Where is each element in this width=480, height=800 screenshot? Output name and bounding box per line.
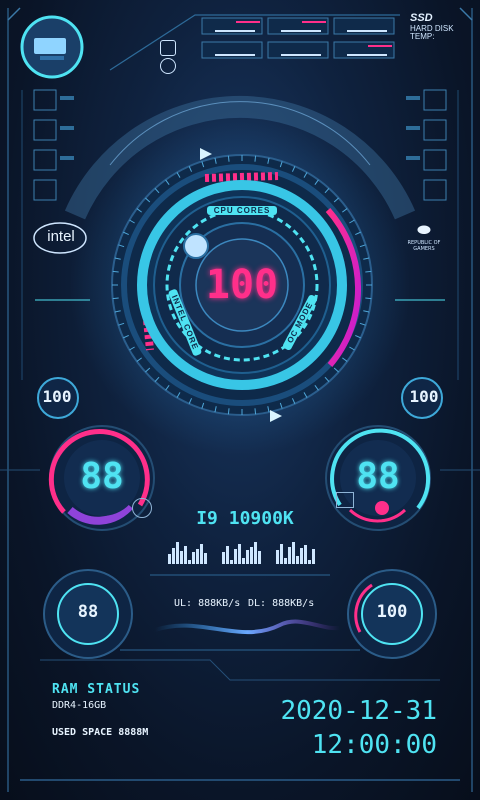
rog-line2: GAMERS bbox=[413, 246, 435, 252]
ssd-panel: SSD HARD DISK TEMP: bbox=[410, 12, 470, 41]
activity-bar bbox=[304, 545, 307, 564]
activity-bar bbox=[254, 542, 257, 564]
activity-bar bbox=[246, 550, 249, 564]
dial-tick bbox=[112, 270, 119, 273]
activity-bar bbox=[280, 544, 283, 564]
activity-bar bbox=[238, 544, 241, 564]
activity-bar bbox=[300, 548, 303, 564]
dial-tick bbox=[365, 270, 372, 273]
activity-bar bbox=[288, 547, 291, 564]
bottom-left-dial-value: 88 bbox=[77, 602, 99, 622]
temperature-icon bbox=[132, 498, 152, 518]
ssd-line2: TEMP: bbox=[410, 31, 435, 41]
activity-bar bbox=[242, 558, 245, 564]
avatar[interactable] bbox=[22, 17, 82, 77]
intel-logo: intel bbox=[47, 228, 75, 245]
activity-bar bbox=[276, 550, 279, 564]
activity-bar bbox=[284, 558, 287, 564]
account-icon[interactable] bbox=[160, 58, 176, 74]
activity-bar bbox=[192, 552, 195, 564]
rog-eye-icon: ⬬ bbox=[417, 220, 431, 239]
dial-tick bbox=[254, 408, 257, 415]
activity-bar bbox=[226, 546, 229, 564]
right-small-gauge-value: 100 bbox=[409, 387, 439, 406]
download-speed: DL: 888KB/s bbox=[248, 598, 315, 609]
hud-screen: { "cpu": { "model": "I9 10900K", "load":… bbox=[0, 0, 480, 800]
activity-bar bbox=[180, 551, 183, 564]
activity-bar bbox=[184, 546, 187, 564]
ram-title: RAM STATUS bbox=[52, 682, 141, 697]
activity-bar bbox=[296, 556, 299, 564]
dial-tick bbox=[112, 297, 119, 300]
dial-tick bbox=[227, 408, 230, 415]
left-small-gauge-value: 100 bbox=[42, 387, 72, 406]
ram-used: USED SPACE 8888M bbox=[52, 727, 149, 738]
activity-bar bbox=[200, 544, 203, 564]
activity-bar bbox=[234, 549, 237, 564]
activity-bar bbox=[172, 548, 175, 564]
cpu-load-value: 100 bbox=[205, 262, 279, 308]
ram-type: DDR4-16GB bbox=[52, 700, 107, 711]
left-big-gauge-value: 88 bbox=[80, 456, 124, 497]
activity-bar bbox=[230, 560, 233, 564]
activity-bar bbox=[168, 554, 171, 564]
activity-bar bbox=[250, 547, 253, 564]
activity-bar bbox=[176, 542, 179, 564]
activity-bars bbox=[168, 540, 318, 570]
cpu-cores-label: CPU CORES bbox=[207, 206, 277, 215]
upload-speed: UL: 888KB/s bbox=[174, 598, 241, 609]
activity-bar bbox=[308, 560, 311, 564]
dial-tick bbox=[227, 155, 230, 162]
chip-icon bbox=[183, 233, 209, 259]
cpu-model: I9 10900K bbox=[196, 508, 294, 529]
activity-bar bbox=[196, 549, 199, 564]
activity-bar bbox=[258, 551, 261, 564]
activity-bar bbox=[222, 552, 225, 564]
grid-icon[interactable] bbox=[160, 40, 176, 56]
right-big-gauge-value: 88 bbox=[356, 456, 400, 497]
activity-bar bbox=[204, 553, 207, 564]
date: 2020-12-31 bbox=[280, 696, 437, 726]
activity-bar bbox=[312, 549, 315, 564]
dial-tick bbox=[365, 297, 372, 300]
time: 12:00:00 bbox=[311, 730, 437, 760]
activity-bar bbox=[188, 560, 191, 564]
rog-logo: ⬬ REPUBLIC OF GAMERS bbox=[398, 220, 450, 253]
ssd-title: SSD bbox=[410, 12, 433, 24]
bottom-right-dial-value: 100 bbox=[376, 602, 408, 622]
dial-tick bbox=[254, 155, 257, 162]
activity-bar bbox=[292, 542, 295, 564]
fan-icon bbox=[336, 492, 354, 508]
